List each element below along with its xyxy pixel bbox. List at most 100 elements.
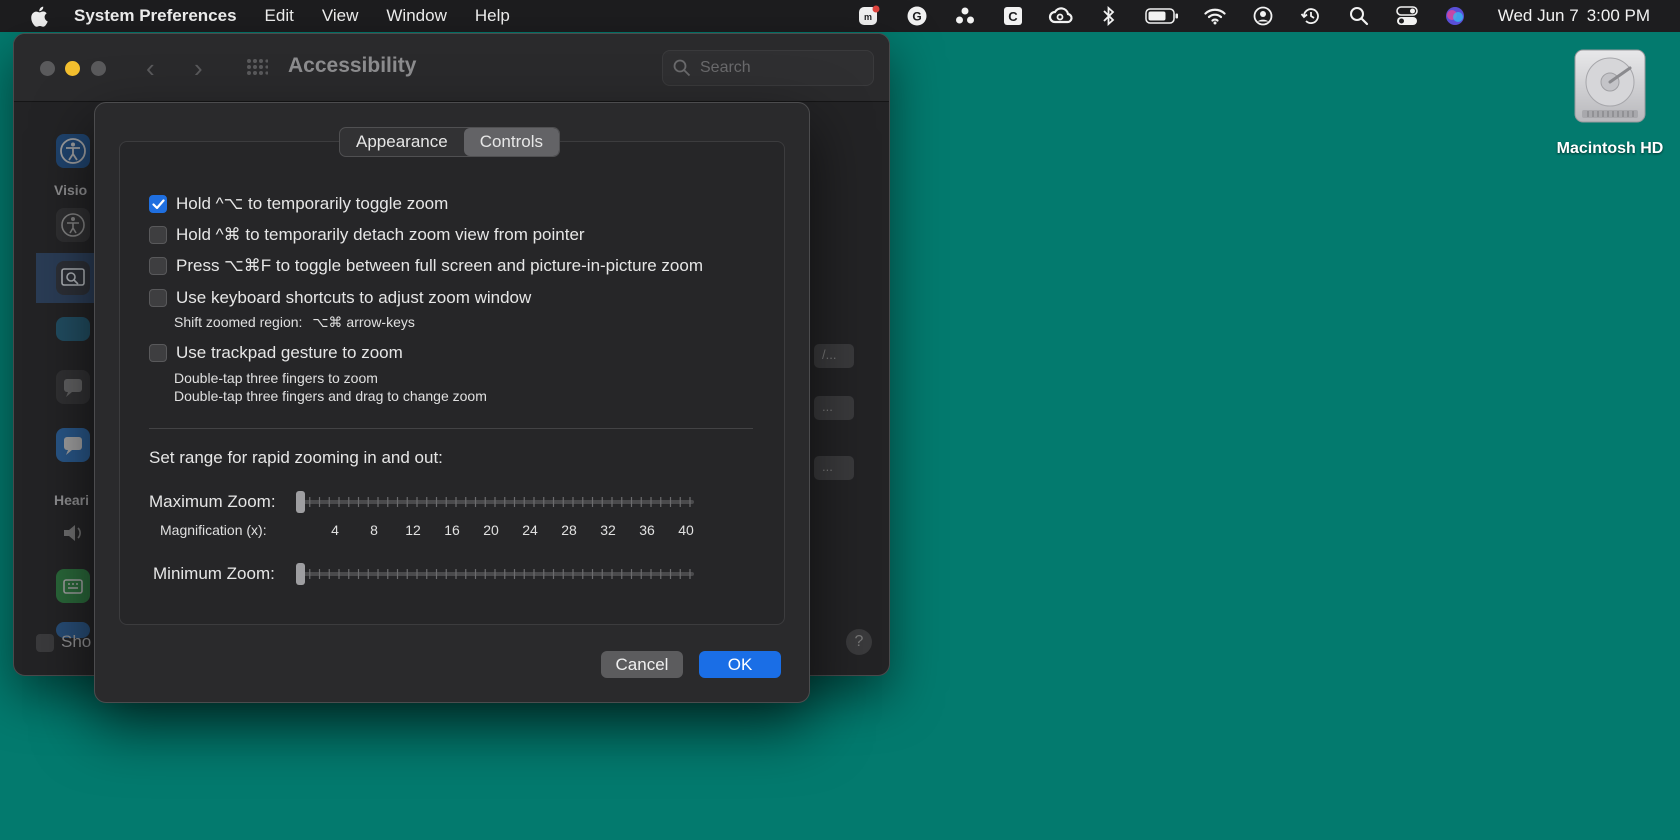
menu-bar: System Preferences Edit View Window Help… <box>0 0 1680 32</box>
full-screen-pip-checkbox[interactable] <box>149 257 167 275</box>
clock-date: Wed Jun 7 <box>1497 6 1579 25</box>
magnification-tick-label: 4 <box>331 522 339 538</box>
tab-control: Appearance Controls <box>339 127 560 157</box>
magnification-tick-label: 28 <box>561 522 577 538</box>
option-detach-zoom[interactable]: Hold ^⌘ to temporarily detach zoom view … <box>149 225 585 245</box>
siri-icon[interactable] <box>1442 5 1468 27</box>
magnification-tick-label: 24 <box>522 522 538 538</box>
grammarly-icon[interactable]: G <box>904 5 930 27</box>
control-center-icon[interactable] <box>1394 5 1420 27</box>
mosaic-icon[interactable]: m <box>856 5 882 27</box>
keyboard-shortcuts-checkbox[interactable] <box>149 289 167 307</box>
zoom-window-button[interactable] <box>91 61 106 76</box>
search-field[interactable]: Search <box>662 50 874 86</box>
range-title: Set range for rapid zooming in and out: <box>149 448 443 467</box>
help-button[interactable]: ? <box>846 629 872 655</box>
trackpad-gesture-label: Use trackpad gesture to zoom <box>176 343 403 362</box>
shift-region-hint: Shift zoomed region: ⌥⌘ arrow-keys <box>174 314 415 331</box>
checkmark-icon <box>151 198 165 209</box>
clock-time: 3:00 PM <box>1586 6 1650 25</box>
show-in-menu-bar-label: Sho <box>61 632 92 651</box>
controls-panel: Hold ^⌥ to temporarily toggle zoom Hold … <box>119 141 785 625</box>
option-keyboard-shortcuts[interactable]: Use keyboard shortcuts to adjust zoom wi… <box>149 288 531 308</box>
detach-zoom-checkbox[interactable] <box>149 226 167 244</box>
minimize-window-button[interactable] <box>65 61 80 76</box>
hard-drive-icon[interactable] <box>1572 48 1648 128</box>
svg-text:C: C <box>1008 9 1018 24</box>
magnification-tick-label: 40 <box>678 522 694 538</box>
descriptions-icon[interactable] <box>56 428 90 462</box>
shift-region-label: Shift zoomed region: <box>174 314 303 330</box>
magnification-tick-label: 36 <box>639 522 655 538</box>
show-all-grid-icon[interactable] <box>246 58 269 80</box>
magnification-tick-label: 12 <box>405 522 421 538</box>
show-in-menu-bar-checkbox[interactable] <box>36 634 54 652</box>
dots-icon[interactable] <box>952 5 978 27</box>
magnification-tick-label: 16 <box>444 522 460 538</box>
menu-clock[interactable]: Wed Jun 7 3:00 PM <box>1490 6 1650 26</box>
magnification-tick-label: 20 <box>483 522 499 538</box>
section-divider <box>149 428 753 429</box>
voiceover-icon[interactable] <box>56 208 90 242</box>
ok-button[interactable]: OK <box>699 651 781 678</box>
cancel-button[interactable]: Cancel <box>601 651 683 678</box>
display-icon[interactable] <box>56 317 90 341</box>
svg-text:G: G <box>912 10 921 24</box>
options-button-2[interactable]: ... <box>814 396 854 420</box>
options-button-1[interactable]: /... <box>814 344 854 368</box>
menu-app-name[interactable]: System Preferences <box>74 6 237 26</box>
detach-zoom-label: Hold ^⌘ to temporarily detach zoom view … <box>176 225 585 244</box>
sidebar-section-vision: Visio <box>54 182 88 198</box>
tab-appearance[interactable]: Appearance <box>340 128 464 156</box>
options-button-3[interactable]: ... <box>814 456 854 480</box>
zoom-icon[interactable] <box>56 261 90 295</box>
magnification-tick-label: 32 <box>600 522 616 538</box>
trackpad-gesture-checkbox[interactable] <box>149 344 167 362</box>
menu-help[interactable]: Help <box>475 6 510 26</box>
magnification-tick-label: 8 <box>370 522 378 538</box>
forward-arrow-icon[interactable]: › <box>194 55 214 81</box>
wifi-icon[interactable] <box>1202 5 1228 27</box>
sidebar-section-hearing: Heari <box>54 492 90 508</box>
toggle-zoom-checkbox[interactable] <box>149 195 167 213</box>
menu-edit[interactable]: Edit <box>265 6 294 26</box>
min-zoom-slider[interactable] <box>292 563 698 585</box>
battery-icon[interactable] <box>1144 5 1180 27</box>
rtt-icon[interactable] <box>56 569 90 603</box>
back-arrow-icon[interactable]: ‹ <box>146 55 166 81</box>
close-window-button[interactable] <box>40 61 55 76</box>
option-trackpad-gesture[interactable]: Use trackpad gesture to zoom <box>149 343 403 363</box>
toggle-zoom-label: Hold ^⌥ to temporarily toggle zoom <box>176 194 449 213</box>
max-zoom-label: Maximum Zoom: <box>149 492 276 511</box>
clipboard-icon[interactable]: C <box>1000 5 1026 27</box>
svg-text:m: m <box>864 12 872 22</box>
spoken-content-icon[interactable] <box>56 370 90 404</box>
magnification-label: Magnification (x): <box>160 522 267 538</box>
spotlight-icon[interactable] <box>1346 5 1372 27</box>
min-zoom-thumb[interactable] <box>296 563 305 585</box>
max-zoom-slider[interactable] <box>292 491 698 513</box>
creative-cloud-icon[interactable] <box>1048 5 1074 27</box>
window-titlebar: ‹ › Accessibility Search <box>14 34 889 102</box>
status-area: m G C Wed Jun 7 3:00 PM <box>856 0 1680 32</box>
option-full-screen-pip[interactable]: Press ⌥⌘F to toggle between full screen … <box>149 256 703 276</box>
search-icon <box>673 59 691 77</box>
bluetooth-icon[interactable] <box>1096 5 1122 27</box>
full-screen-pip-label: Press ⌥⌘F to toggle between full screen … <box>176 256 703 275</box>
menu-window[interactable]: Window <box>386 6 446 26</box>
accessibility-icon[interactable] <box>56 134 90 168</box>
hard-drive-label[interactable]: Macintosh HD <box>1540 140 1680 158</box>
time-machine-icon[interactable] <box>1298 5 1324 27</box>
menu-view[interactable]: View <box>322 6 359 26</box>
audio-icon[interactable] <box>56 516 90 550</box>
max-zoom-thumb[interactable] <box>296 491 305 513</box>
user-icon[interactable] <box>1250 5 1276 27</box>
option-toggle-zoom[interactable]: Hold ^⌥ to temporarily toggle zoom <box>149 194 448 214</box>
trackpad-hint-2: Double-tap three fingers and drag to cha… <box>174 388 487 404</box>
zoom-options-sheet: Appearance Controls Hold ^⌥ to temporari… <box>94 102 810 703</box>
tab-controls[interactable]: Controls <box>463 128 559 156</box>
window-title: Accessibility <box>288 54 417 77</box>
search-placeholder: Search <box>700 59 751 76</box>
apple-menu-icon[interactable] <box>28 5 50 27</box>
keyboard-shortcuts-label: Use keyboard shortcuts to adjust zoom wi… <box>176 288 532 307</box>
